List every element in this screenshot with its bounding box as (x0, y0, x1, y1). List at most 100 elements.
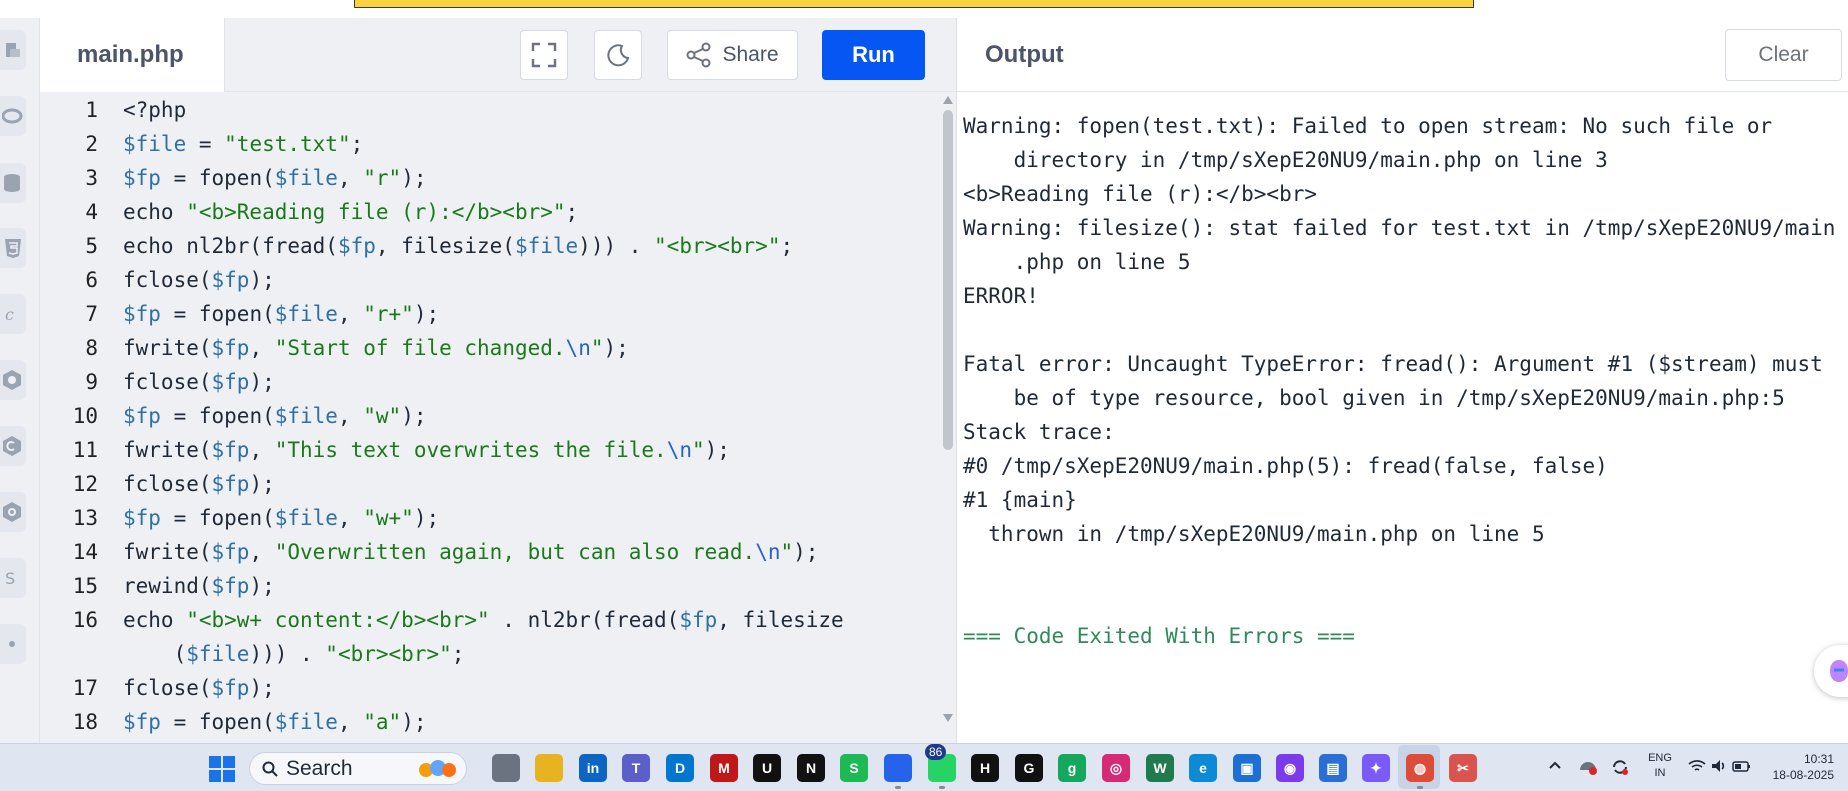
code-token: "<br><br>" (654, 234, 781, 258)
code-token: " (590, 336, 604, 360)
line-number: 16 (72, 608, 98, 632)
r-lang-icon[interactable] (0, 96, 26, 136)
uber-icon[interactable]: U (753, 754, 781, 782)
fullscreen-button[interactable] (520, 30, 568, 80)
line-code: $fp = fopen($file, "r+"); (123, 297, 439, 331)
clear-button[interactable]: Clear (1725, 29, 1842, 81)
output-title: Output (985, 41, 1064, 68)
battery-icon[interactable] (1732, 758, 1752, 777)
code-token: $file (274, 506, 338, 530)
notepad-icon[interactable]: ▤ (1319, 754, 1347, 782)
code-token: $fp (123, 166, 161, 190)
code-token: $fp (211, 336, 250, 360)
line-number: 10 (72, 404, 98, 428)
line-number: 4 (85, 200, 98, 224)
code-token: , (249, 336, 275, 360)
clock[interactable]: 10:31 18-08-2025 (1766, 751, 1834, 783)
output-line: #0 /tmp/sXepE20NU9/main.php(5): fread(fa… (963, 454, 1608, 478)
linkedin-icon[interactable]: in (579, 754, 607, 782)
code-token: ( (123, 642, 187, 666)
database-icon[interactable] (0, 163, 26, 203)
grammarly-icon[interactable]: g (1058, 754, 1086, 782)
code-token: fclose( (123, 370, 212, 394)
snipping-tool-icon[interactable]: ✂ (1449, 754, 1477, 782)
line-code: $fp = fopen($file, "a"); (123, 705, 426, 739)
code-token: $file (123, 132, 187, 156)
line-code: fclose($fp); (123, 671, 275, 705)
search-highlight-icon (419, 759, 456, 777)
spotify-icon[interactable]: S (840, 754, 868, 782)
file-explorer-icon[interactable] (535, 754, 563, 782)
output-line: Fatal error: Uncaught TypeError: fread()… (963, 352, 1823, 376)
python-lang-icon[interactable] (0, 30, 26, 70)
task-view-icon[interactable] (492, 754, 520, 782)
code-token: "<b>w+ content:</b><br>" (186, 608, 490, 632)
csharp-lang-icon[interactable] (0, 426, 26, 466)
chatgpt-icon[interactable]: G (1015, 754, 1043, 782)
line-number: 1 (85, 98, 98, 122)
wifi-icon[interactable] (1688, 758, 1706, 777)
c-lang-icon[interactable]: c (0, 294, 26, 334)
share-button[interactable]: Share (667, 30, 798, 80)
more-lang-icon[interactable] (0, 624, 26, 664)
line-code: fwrite($fp, "This text overwrites the fi… (123, 433, 730, 467)
hotstar-icon[interactable]: H (971, 754, 999, 782)
scroll-down-arrow[interactable] (943, 714, 953, 722)
region-code: IN (1654, 767, 1666, 779)
mcafee-icon[interactable]: M (710, 754, 738, 782)
tray-overflow-icon[interactable] (1548, 758, 1562, 775)
scroll-up-arrow[interactable] (943, 96, 953, 104)
code-token: , (249, 540, 275, 564)
video-editor-icon[interactable]: ▣ (1233, 754, 1261, 782)
output-line: Warning: filesize(): stat failed for tes… (963, 216, 1836, 240)
editor-scrollbar[interactable] (943, 110, 953, 450)
line-number: 2 (85, 132, 98, 156)
file-tab[interactable]: main.php (40, 18, 225, 92)
running-indicator (895, 786, 901, 789)
code-token: "w" (363, 404, 402, 428)
start-button[interactable] (209, 756, 235, 782)
windows-icon (209, 756, 235, 782)
edge-icon[interactable]: e (1189, 754, 1217, 782)
line-number: 9 (85, 370, 98, 394)
code-token: " (780, 540, 794, 564)
html-lang-icon[interactable] (0, 228, 26, 268)
netflix-icon[interactable]: N (797, 754, 825, 782)
taskbar-search[interactable]: Search (249, 752, 467, 785)
go-lang-icon[interactable] (0, 492, 26, 532)
swift-lang-icon[interactable]: S (0, 558, 26, 598)
theme-toggle-button[interactable] (594, 30, 642, 80)
run-button[interactable]: Run (822, 30, 925, 80)
code-token: \n (666, 438, 692, 462)
instagram-icon[interactable]: ◎ (1102, 754, 1130, 782)
cpp-lang-icon[interactable] (0, 360, 26, 400)
teams-icon[interactable]: T (622, 754, 650, 782)
code-token: $file (274, 710, 338, 734)
mcafee-tray-icon[interactable] (1578, 758, 1598, 779)
store-icon[interactable] (884, 754, 912, 782)
language-indicator[interactable]: ENG IN (1648, 751, 1672, 781)
code-token: , (249, 438, 275, 462)
code-token: fclose( (123, 676, 212, 700)
ai-assistant-icon (1830, 660, 1848, 682)
code-token: $fp (679, 608, 718, 632)
code-token: echo (123, 608, 187, 632)
code-token: $fp (123, 404, 161, 428)
wps-icon[interactable]: W (1146, 754, 1174, 782)
volume-icon[interactable] (1710, 758, 1728, 777)
record-icon[interactable]: ◉ (1276, 754, 1304, 782)
line-number: 8 (85, 336, 98, 360)
chrome-icon[interactable]: ◍ (1406, 754, 1434, 782)
code-line: 6 fclose($fp); (40, 263, 940, 297)
code-line: 7 $fp = fopen($file, "r+"); (40, 297, 940, 331)
code-editor[interactable]: 1 <?php 2 $file = "test.txt"; 3 $fp = fopen($… (40, 92, 956, 743)
line-code: echo nl2br(fread($fp, filesize($file))) … (123, 229, 793, 263)
copilot-icon[interactable]: ✦ (1362, 754, 1390, 782)
code-line: 12 fclose($fp); (40, 467, 940, 501)
code-token: ); (793, 540, 819, 564)
dell-icon[interactable]: D (666, 754, 694, 782)
line-number: 13 (72, 506, 98, 530)
code-line: 1 <?php (40, 93, 940, 127)
sync-icon[interactable] (1610, 758, 1630, 779)
